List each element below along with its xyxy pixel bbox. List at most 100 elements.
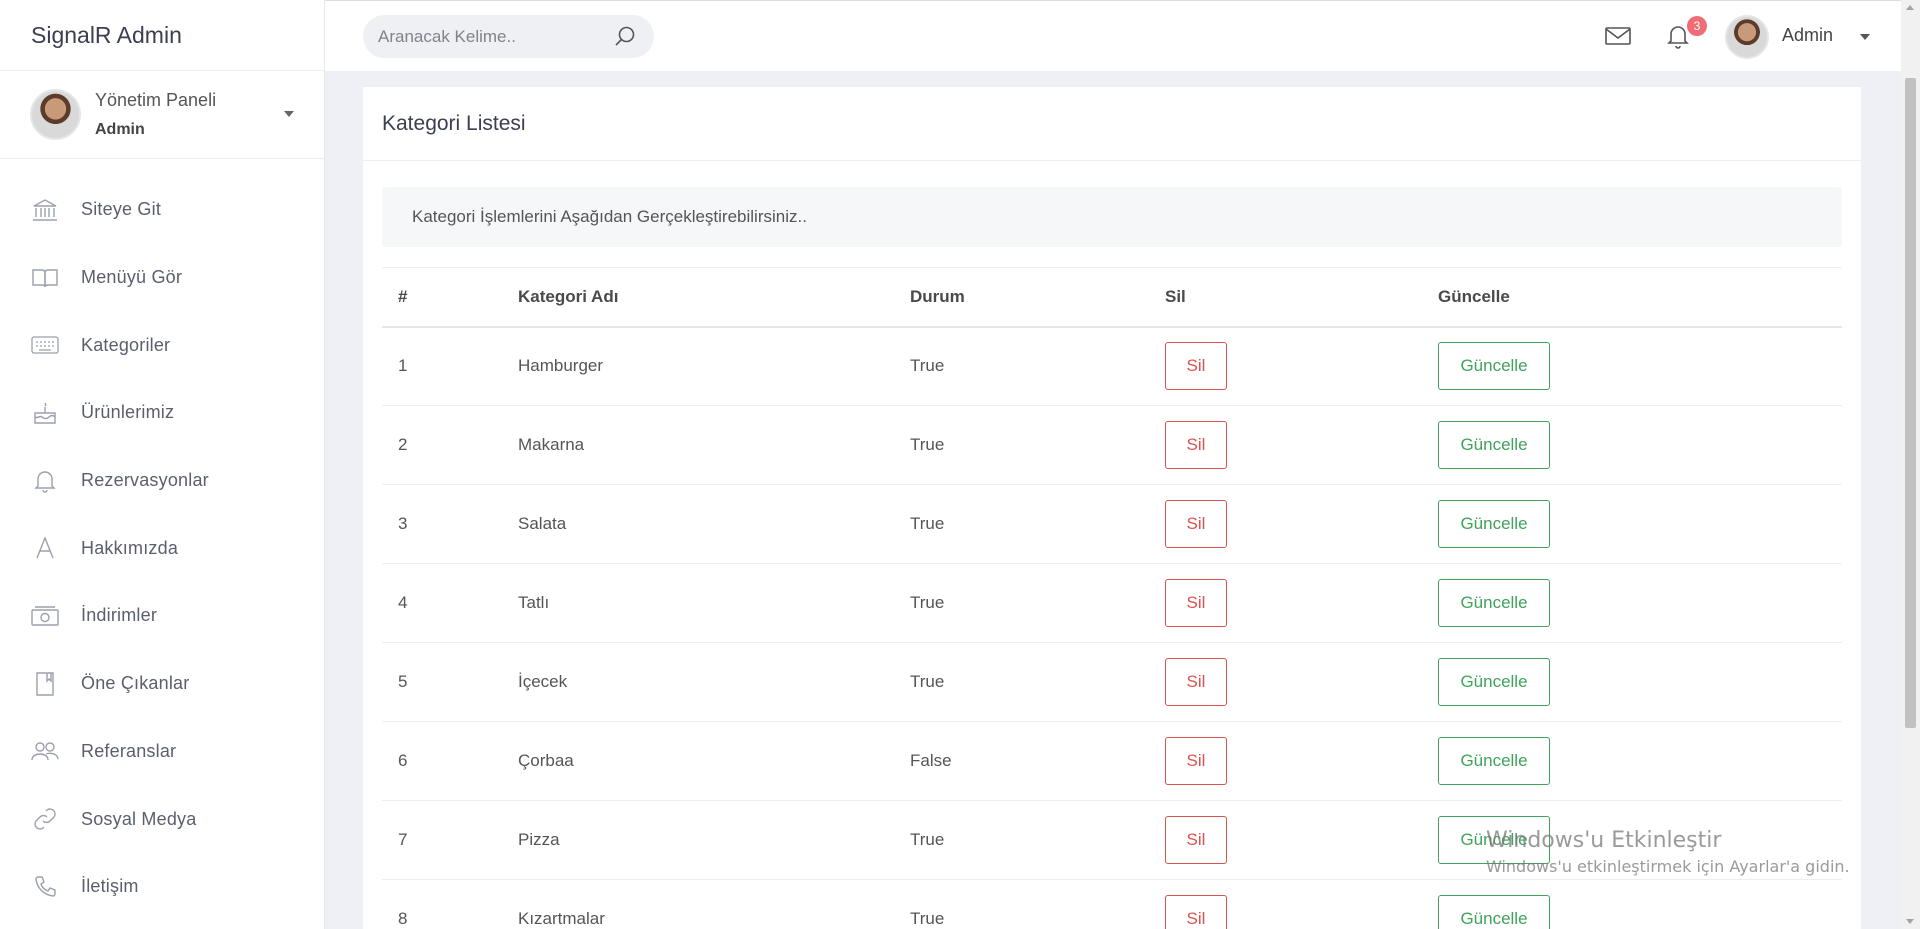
sidebar-item-kategoriler[interactable]: Kategoriler [0, 311, 324, 379]
sidebar-item-hakkimizda[interactable]: Hakkımızda [0, 514, 324, 582]
sidebar-nav: Siteye Git Menüyü Gör Kategoriler Ürünle… [0, 159, 324, 921]
users-icon [31, 739, 59, 763]
cell-status: True [894, 405, 1149, 485]
page-title: Kategori Listesi [363, 87, 1861, 161]
sidebar-item-label: Kategoriler [81, 334, 171, 355]
brand-logo[interactable]: SignalR Admin [0, 0, 324, 71]
bell-icon[interactable] [1667, 23, 1689, 54]
sidebar-item-indirimler[interactable]: İndirimler [0, 582, 324, 650]
table-row: 8 Kızartmalar True Sil Güncelle [382, 879, 1842, 929]
delete-button[interactable]: Sil [1165, 421, 1227, 469]
sidebar-item-label: Öne Çıkanlar [81, 673, 190, 694]
cell-status: True [894, 879, 1149, 929]
cell-status: True [894, 484, 1149, 564]
watermark-subtitle: Windows'u etkinleştirmek için Ayarlar'a … [1486, 857, 1850, 876]
cell-name: Makarna [502, 405, 894, 485]
cell-status: True [894, 326, 1149, 406]
cell-status: False [894, 721, 1149, 801]
avatar [30, 89, 81, 140]
table-row: 4 Tatlı True Sil Güncelle [382, 563, 1842, 643]
cell-id: 3 [382, 484, 502, 564]
cell-id: 4 [382, 563, 502, 643]
book-icon [31, 266, 59, 290]
sidebar-item-siteye-git[interactable]: Siteye Git [0, 176, 324, 244]
column-header-name: Kategori Adı [502, 267, 894, 328]
update-button[interactable]: Güncelle [1438, 737, 1550, 785]
cell-status: True [894, 800, 1149, 880]
delete-button[interactable]: Sil [1165, 816, 1227, 864]
cell-status: True [894, 642, 1149, 722]
scroll-up-icon[interactable] [1906, 5, 1914, 10]
sidebar-item-rezervasyonlar[interactable]: Rezervasyonlar [0, 447, 324, 515]
link-icon [31, 807, 59, 831]
profile-panel[interactable]: Yönetim Paneli Admin [0, 71, 324, 159]
sidebar-item-referanslar[interactable]: Referanslar [0, 718, 324, 786]
sidebar-item-label: Hakkımızda [81, 537, 179, 558]
sidebar-item-sosyal-medya[interactable]: Sosyal Medya [0, 785, 324, 853]
delete-button[interactable]: Sil [1165, 895, 1227, 929]
sidebar-item-label: Ürünlerimiz [81, 402, 175, 423]
update-button[interactable]: Güncelle [1438, 658, 1550, 706]
table-row: 5 İçecek True Sil Güncelle [382, 642, 1842, 722]
user-name[interactable]: Admin [1782, 25, 1833, 46]
bell-icon [31, 469, 59, 493]
user-avatar[interactable] [1725, 15, 1769, 59]
scroll-down-icon[interactable] [1906, 919, 1914, 924]
sidebar-item-label: Menüyü Gör [81, 267, 183, 288]
info-alert: Kategori İşlemlerini Aşağıdan Gerçekleşt… [382, 187, 1842, 247]
cell-id: 5 [382, 642, 502, 722]
table-row: 2 Makarna True Sil Güncelle [382, 405, 1842, 485]
column-header-update: Güncelle [1422, 267, 1842, 328]
delete-button[interactable]: Sil [1165, 658, 1227, 706]
sidebar-item-iletisim[interactable]: İletişim [0, 853, 324, 921]
phone-icon [31, 875, 59, 899]
update-button[interactable]: Güncelle [1438, 579, 1550, 627]
cell-name: Salata [502, 484, 894, 564]
money-icon [31, 604, 59, 628]
cell-id: 6 [382, 721, 502, 801]
scrollbar-thumb[interactable] [1905, 78, 1916, 728]
table-header-row: # Kategori Adı Durum Sil Güncelle [382, 267, 1842, 328]
cell-name: Kızartmalar [502, 879, 894, 929]
sidebar-item-label: Rezervasyonlar [81, 470, 209, 491]
update-button[interactable]: Güncelle [1438, 342, 1550, 391]
cell-name: Çorbaa [502, 721, 894, 801]
sidebar-item-one-cikanlar[interactable]: Öne Çıkanlar [0, 650, 324, 718]
windows-activation-watermark: Windows'u Etkinleştir Windows'u etkinleş… [1486, 828, 1850, 876]
sidebar-item-label: İletişim [81, 876, 139, 897]
category-list-card: Kategori Listesi Kategori İşlemlerini Aş… [363, 87, 1861, 929]
sidebar-item-menuyu-gor[interactable]: Menüyü Gör [0, 244, 324, 312]
caret-down-icon[interactable] [284, 111, 294, 117]
update-button[interactable]: Güncelle [1438, 895, 1550, 929]
sidebar-item-label: İndirimler [81, 605, 158, 626]
delete-button[interactable]: Sil [1165, 737, 1227, 785]
sidebar-item-label: Siteye Git [81, 199, 162, 220]
vertical-scrollbar[interactable] [1901, 0, 1920, 929]
cell-name: Tatlı [502, 563, 894, 643]
update-button[interactable]: Güncelle [1438, 500, 1550, 548]
caret-down-icon[interactable] [1860, 34, 1870, 40]
mail-icon[interactable] [1605, 26, 1631, 51]
bank-icon [31, 198, 59, 222]
column-header-status: Durum [894, 267, 1149, 328]
cell-name: İçecek [502, 642, 894, 722]
search-input[interactable] [378, 26, 608, 47]
table-row: 1 Hamburger True Sil Güncelle [382, 326, 1842, 406]
delete-button[interactable]: Sil [1165, 579, 1227, 627]
sidebar-item-label: Sosyal Medya [81, 808, 197, 829]
letter-a-icon [31, 536, 59, 560]
bookmark-icon [31, 671, 59, 696]
search-icon[interactable] [614, 25, 636, 52]
cell-name: Pizza [502, 800, 894, 880]
profile-role: Admin [95, 121, 145, 138]
cell-status: True [894, 563, 1149, 643]
cell-id: 7 [382, 800, 502, 880]
delete-button[interactable]: Sil [1165, 342, 1227, 391]
sidebar-item-urunlerimiz[interactable]: Ürünlerimiz [0, 379, 324, 447]
cell-id: 8 [382, 879, 502, 929]
keyboard-icon [31, 333, 59, 357]
update-button[interactable]: Güncelle [1438, 421, 1550, 469]
topbar: 3 Admin [325, 0, 1901, 71]
delete-button[interactable]: Sil [1165, 500, 1227, 548]
notification-badge: 3 [1687, 16, 1707, 36]
